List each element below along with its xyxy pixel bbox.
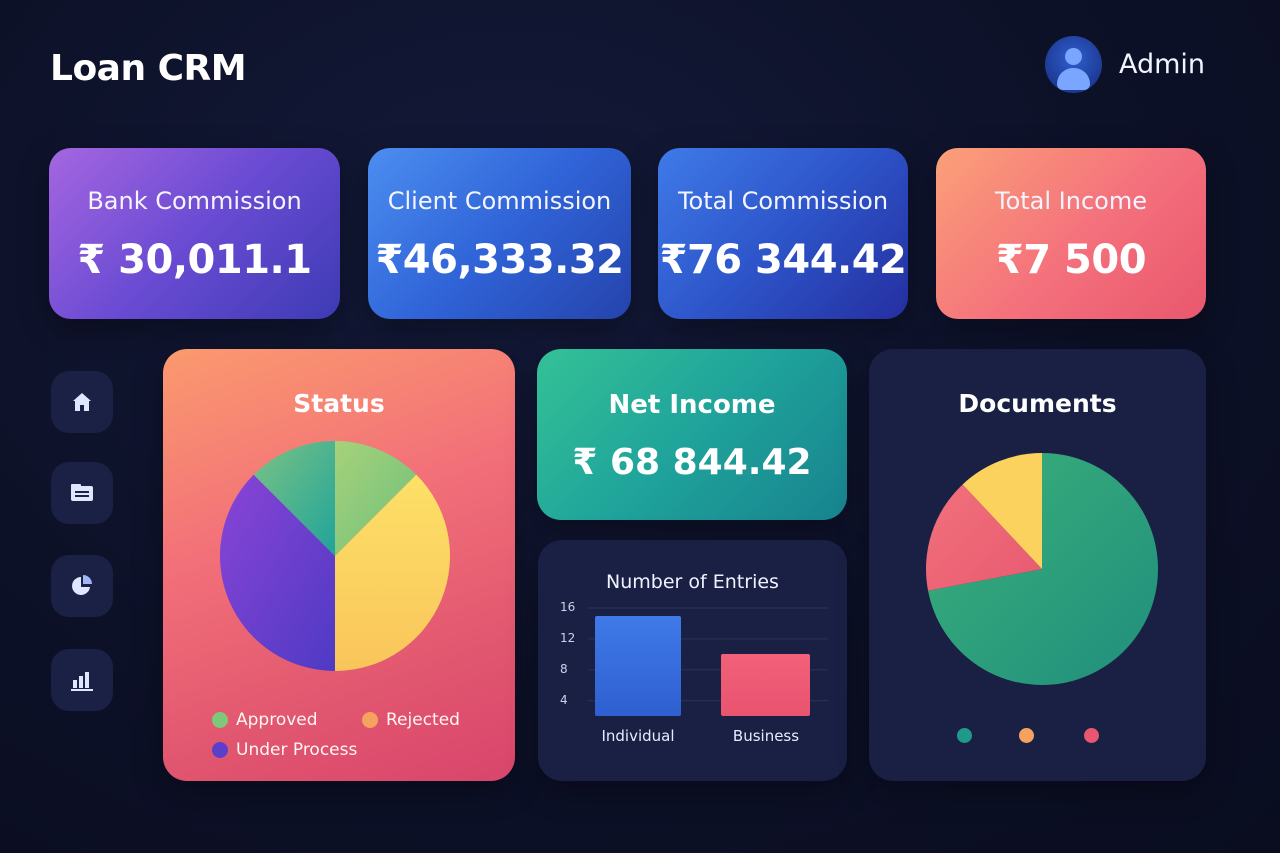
x-tick-label: Business [732,727,800,745]
kpi-client-commission: Client Commission ₹46,333.32 [368,148,631,319]
kpi-bank-commission: Bank Commission ₹ 30,011.1 [49,148,340,319]
y-tick-label: 16 [560,600,576,614]
bar-individual [595,615,681,716]
kpi-total-income: Total Income ₹7 500 [936,148,1206,319]
entries-card: Number of Entries 4 8 12 16 Individual Busine… [538,540,847,781]
x-tick-label: Individual [601,727,675,745]
kpi-label: Bank Commission [87,187,302,215]
user-name: Admin [1119,49,1206,80]
avatar-icon[interactable] [1045,36,1102,93]
kpi-value: ₹76 344.42 [659,237,907,283]
documents-legend-dot [1084,728,1099,743]
legend-under-process: Under Process [212,740,357,760]
documents-legend-dot [1019,728,1034,743]
kpi-value: ₹ 30,011.1 [77,237,312,283]
legend-label: Approved [236,710,318,730]
y-tick-label: 4 [560,692,568,707]
net-income-card: Net Income ₹ 68 844.42 [537,349,847,520]
kpi-label: Total Commission [677,187,889,215]
sidebar-item-reports[interactable] [51,555,113,617]
y-tick-label: 12 [560,630,576,645]
documents-card: Documents [869,349,1206,781]
legend-rejected: Rejected [362,710,460,730]
net-income-label: Net Income [608,390,776,420]
documents-legend-dot [957,728,972,743]
legend-dot [212,712,228,728]
app-title: Loan CRM [50,48,247,89]
user-menu[interactable]: Admin [1045,36,1205,93]
kpi-value: ₹7 500 [995,237,1147,283]
bar-business [721,654,810,716]
status-card: Status Approved Rejected Under Process [163,349,515,781]
legend-dot [362,712,378,728]
net-income-value: ₹ 68 844.42 [572,442,812,483]
legend-label: Under Process [236,740,358,760]
kpi-label: Total Income [995,187,1147,215]
sidebar-item-analytics[interactable] [51,649,113,711]
status-pie-chart [220,441,450,671]
status-title: Status [293,389,385,418]
documents-icon [71,484,93,501]
pie-chart-icon [72,575,92,595]
y-tick-label: 8 [560,661,568,676]
documents-pie-chart [926,453,1158,685]
kpi-value: ₹46,333.32 [375,237,624,283]
sidebar-item-documents[interactable] [51,462,113,524]
bar-chart-icon [71,672,93,691]
documents-title: Documents [958,389,1117,418]
legend-approved: Approved [212,710,318,730]
legend-label: Rejected [386,710,460,730]
legend-dot [212,742,228,758]
sidebar-item-home[interactable] [51,371,113,433]
home-icon [73,393,91,411]
kpi-label: Client Commission [387,187,612,215]
kpi-total-commission: Total Commission ₹76 344.42 [658,148,908,319]
